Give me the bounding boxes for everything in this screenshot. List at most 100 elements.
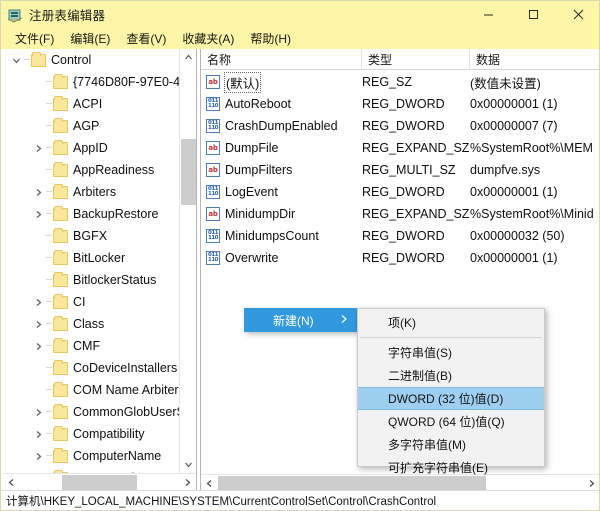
tree-item-class[interactable]: –Class [3, 313, 179, 335]
menu-edit[interactable]: 编辑(E) [62, 29, 118, 49]
tree-hscroll-track[interactable] [20, 475, 179, 490]
minimize-button[interactable] [466, 1, 511, 28]
close-button[interactable] [556, 1, 600, 28]
tree-item-7746d80f-97e0-4e26[interactable]: –{7746D80F-97E0-4E26- [3, 71, 179, 93]
tree-scroll-up-button[interactable] [180, 49, 197, 66]
value-name-cell: 011110MinidumpsCount [201, 229, 362, 243]
tree-item-cmf[interactable]: –CMF [3, 335, 179, 357]
context-menu-new-item[interactable]: 新建(N) [244, 308, 357, 332]
tree-item-label: Compatibility [73, 427, 145, 441]
table-row[interactable]: abDumpFiltersREG_MULTI_SZdumpfve.sys [201, 159, 599, 181]
chevron-right-icon[interactable] [31, 335, 45, 357]
registry-tree[interactable]: –Control–{7746D80F-97E0-4E26-–ACPI–AGP–A… [3, 49, 179, 473]
tree-vertical-scrollbar[interactable] [179, 49, 196, 473]
column-header-type[interactable]: 类型 [362, 49, 470, 70]
chevron-right-icon[interactable] [31, 137, 45, 159]
tree-item-arbiters[interactable]: –Arbiters [3, 181, 179, 203]
tree-scroll-right-button[interactable] [179, 474, 196, 491]
tree-item-commonglobusersett[interactable]: – CommonGlobUserSett [3, 401, 179, 423]
column-header-name[interactable]: 名称 [201, 49, 362, 70]
context-menu-separator [360, 337, 542, 338]
tree-horizontal-scrollbar[interactable] [3, 473, 196, 490]
tree-item-appid[interactable]: –AppID [3, 137, 179, 159]
context-menu-item-5[interactable]: 多字符串值(M) [358, 433, 544, 456]
tree-item-bgfx[interactable]: –BGFX [3, 225, 179, 247]
value-name-cell: abDumpFilters [201, 163, 362, 177]
tree-item-ci[interactable]: –CI [3, 291, 179, 313]
tree-item-bitlockerstatus[interactable]: –BitlockerStatus [3, 269, 179, 291]
tree-scroll-left-button[interactable] [3, 474, 20, 491]
table-row[interactable]: abMinidumpDirREG_EXPAND_SZ%SystemRoot%\M… [201, 203, 599, 225]
tree-item-label: ACPI [73, 97, 102, 111]
column-header-data[interactable]: 数据 [470, 49, 599, 70]
chevron-right-icon[interactable] [31, 181, 45, 203]
window-controls [466, 1, 600, 28]
folder-icon [53, 164, 68, 177]
tree-item-com-name-arbiter[interactable]: –COM Name Arbiter [3, 379, 179, 401]
dword-value-icon: 011110 [206, 185, 220, 199]
table-row[interactable]: 011110AutoRebootREG_DWORD0x00000001 (1) [201, 93, 599, 115]
list-scroll-left-button[interactable] [201, 475, 218, 492]
value-name: Overwrite [225, 251, 278, 265]
context-menu-item-6[interactable]: 可扩充字符串值(E) [358, 456, 544, 479]
tree-item-appreadiness[interactable]: –AppReadiness [3, 159, 179, 181]
value-data-cell: dumpfve.sys [470, 163, 599, 177]
context-menu-item-0[interactable]: 项(K) [358, 311, 544, 334]
tree-connector: – [45, 401, 53, 423]
chevron-right-icon[interactable] [31, 203, 45, 225]
folder-icon [53, 76, 68, 89]
folder-icon [53, 120, 68, 133]
value-name-cell: 011110CrashDumpEnabled [201, 119, 362, 133]
value-type-cell: REG_DWORD [362, 251, 470, 265]
context-menu-item-2[interactable]: 二进制值(B) [358, 364, 544, 387]
context-menu-item-1[interactable]: 字符串值(S) [358, 341, 544, 364]
tree-item-agp[interactable]: –AGP [3, 115, 179, 137]
tree-item-label: {7746D80F-97E0-4E26- [73, 75, 179, 89]
folder-icon [53, 296, 68, 309]
context-menu-submenu[interactable]: 项(K) 字符串值(S)二进制值(B)DWORD (32 位)值(D)QWORD … [357, 308, 545, 467]
tree-item-acpi[interactable]: –ACPI [3, 93, 179, 115]
tree-hscroll-thumb[interactable] [62, 475, 137, 490]
chevron-right-icon[interactable] [31, 445, 45, 467]
chevron-right-icon[interactable] [31, 291, 45, 313]
menu-file[interactable]: 文件(F) [7, 29, 62, 49]
chevron-right-icon [340, 314, 348, 326]
table-row[interactable]: 011110MinidumpsCountREG_DWORD0x00000032 … [201, 225, 599, 247]
chevron-down-icon[interactable] [9, 49, 23, 71]
chevron-right-icon[interactable] [31, 401, 45, 423]
table-row[interactable]: 011110OverwriteREG_DWORD0x00000001 (1) [201, 247, 599, 269]
value-type-cell: REG_EXPAND_SZ [362, 141, 470, 155]
tree-item-control[interactable]: –Control [3, 49, 179, 71]
context-menu-item-4[interactable]: QWORD (64 位)值(Q) [358, 410, 544, 433]
menu-view[interactable]: 查看(V) [118, 29, 174, 49]
table-row[interactable]: 011110CrashDumpEnabledREG_DWORD0x0000000… [201, 115, 599, 137]
tree-item-codeviceinstallers[interactable]: –CoDeviceInstallers [3, 357, 179, 379]
folder-icon [53, 362, 68, 375]
tree-item-bitlocker[interactable]: –BitLocker [3, 247, 179, 269]
table-row[interactable]: ab(默认)REG_SZ(数值未设置) [201, 71, 599, 93]
tree-item-backuprestore[interactable]: –BackupRestore [3, 203, 179, 225]
context-menu-item-3[interactable]: DWORD (32 位)值(D) [358, 387, 544, 410]
table-row[interactable]: 011110LogEventREG_DWORD0x00000001 (1) [201, 181, 599, 203]
menu-help[interactable]: 帮助(H) [242, 29, 299, 49]
chevron-right-icon[interactable] [31, 423, 45, 445]
tree-scroll-down-button[interactable] [180, 456, 197, 473]
tree-item-label: CommonGlobUserSett [73, 405, 179, 419]
tree-connector: – [45, 423, 53, 445]
table-row[interactable]: abDumpFileREG_EXPAND_SZ%SystemRoot%\MEM [201, 137, 599, 159]
value-name: MinidumpsCount [225, 229, 319, 243]
chevron-right-icon[interactable] [31, 313, 45, 335]
value-type-cell: REG_DWORD [362, 119, 470, 133]
tree-item-compatibility[interactable]: – Compatibility [3, 423, 179, 445]
folder-icon [53, 274, 68, 287]
tree-item-computername[interactable]: –ComputerName [3, 445, 179, 467]
menu-favorites[interactable]: 收藏夹(A) [174, 29, 242, 49]
tree-connector: – [45, 313, 53, 335]
tree-scroll-thumb[interactable] [181, 139, 196, 205]
value-name: MinidumpDir [225, 207, 295, 221]
tree-connector: – [45, 379, 53, 401]
maximize-button[interactable] [511, 1, 556, 28]
list-scroll-right-button[interactable] [583, 475, 599, 492]
value-name-cell: 011110LogEvent [201, 185, 362, 199]
value-name: DumpFilters [225, 163, 292, 177]
